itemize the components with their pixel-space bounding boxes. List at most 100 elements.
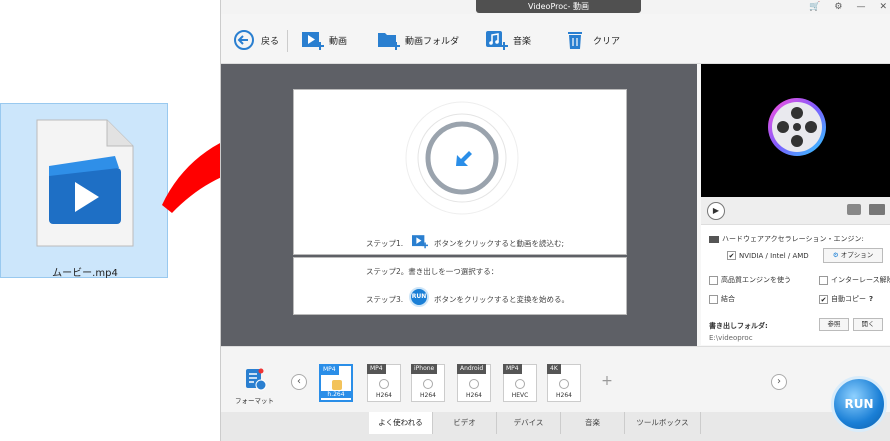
hw-accel-box[interactable]: ✔: [727, 251, 736, 260]
hq-engine-box[interactable]: [709, 275, 718, 285]
step1-text: ボタンをクリックすると動画を読込む;: [434, 239, 565, 248]
gpu-icon: [709, 235, 719, 243]
settings-gear-icon[interactable]: ⚙: [834, 0, 842, 14]
step2-text: ステップ2。書き出しを一つ選択する：: [366, 267, 499, 276]
hq-engine-checkbox[interactable]: 高品質エンジンを使う: [709, 275, 791, 285]
drop-area[interactable]: ステップ1. ボタンをクリックすると動画を読込む; ステップ2。書き出しを一つ選…: [221, 64, 697, 346]
format-label: フォーマット: [235, 397, 274, 405]
format-item[interactable]: MP4 h.264: [319, 364, 353, 402]
option-gear-icon: ⚙: [832, 251, 839, 259]
open-button[interactable]: 開く: [853, 318, 883, 331]
format-settings-icon[interactable]: [243, 367, 267, 391]
hw-accel-value: NVIDIA / Intel / AMD: [739, 251, 809, 260]
run-button[interactable]: RUN: [831, 376, 887, 432]
close-button[interactable]: ✕: [879, 0, 887, 14]
format-codec: H264: [466, 392, 482, 399]
settings-panel: ハードウェアアクセラレーション・エンジン: ✔ NVIDIA / Intel /…: [701, 225, 890, 345]
merge-checkbox[interactable]: 結合: [709, 294, 735, 304]
format-thumb-icon: [332, 380, 342, 390]
format-thumb-icon: [379, 379, 389, 389]
add-music-button[interactable]: 音楽: [485, 27, 531, 53]
format-thumb-icon: [469, 379, 479, 389]
clear-button[interactable]: クリア: [565, 27, 620, 53]
hw-accel-checkbox[interactable]: ✔ NVIDIA / Intel / AMD: [727, 251, 809, 260]
snapshot-camera-icon[interactable]: [847, 204, 861, 215]
music-icon: [486, 31, 508, 50]
format-container: Android: [457, 364, 487, 374]
back-arrow-icon: [234, 30, 254, 50]
format-bar: フォーマット ‹ MP4 h.264 MP4 H264 iPhone H264 …: [221, 346, 890, 412]
step3-text: ボタンをクリックすると変換を始める。: [434, 295, 569, 304]
format-container: 4K: [547, 364, 561, 374]
videoproc-logo-icon: [768, 98, 826, 156]
window-controls: 🛒 ⚙ — ✕: [809, 0, 887, 14]
format-item[interactable]: MP4 H264: [367, 364, 401, 402]
add-video-icon: [412, 235, 428, 249]
tab-device[interactable]: デバイス: [497, 412, 561, 434]
format-thumb-icon: [423, 379, 433, 389]
format-thumb-icon: [559, 379, 569, 389]
browse-button[interactable]: 参照: [819, 318, 849, 331]
back-button[interactable]: 戻る: [233, 27, 279, 53]
run-mini-icon: RUN: [409, 287, 429, 307]
title-bar: VideoProc- 動画 🛒 ⚙ — ✕: [221, 0, 890, 14]
deinterlace-label: インターレース解除: [831, 276, 890, 284]
steps-panel: ステップ2。書き出しを一つ選択する： ステップ3. RUN ボタンをクリックする…: [293, 257, 627, 315]
import-panel[interactable]: ステップ1. ボタンをクリックすると動画を読込む;: [293, 89, 627, 255]
deinterlace-box[interactable]: [819, 275, 828, 285]
output-path: E:\videoproc: [709, 334, 753, 342]
format-codec: H264: [420, 392, 436, 399]
play-icon[interactable]: ▶: [707, 202, 725, 220]
tab-popular[interactable]: よく使われる: [369, 412, 433, 434]
tab-music[interactable]: 音楽: [561, 412, 625, 434]
step3-prefix: ステップ3.: [366, 295, 404, 304]
minimize-button[interactable]: —: [856, 0, 865, 14]
option-button[interactable]: ⚙ オプション: [823, 248, 883, 263]
option-label: オプション: [840, 251, 874, 259]
format-item[interactable]: iPhone H264: [411, 364, 445, 402]
auto-copy-checkbox[interactable]: ✔ 自動コピー ?: [819, 294, 873, 304]
file-name-label: ムービー.mp4: [52, 268, 118, 279]
back-label: 戻る: [261, 36, 280, 47]
format-codec: H264: [376, 392, 392, 399]
trash-icon: [568, 32, 582, 49]
window-title: VideoProc- 動画: [476, 0, 641, 13]
clear-label: クリア: [593, 36, 621, 47]
video-file-icon: [36, 119, 134, 247]
format-item[interactable]: Android H264: [457, 364, 491, 402]
desktop-file-selected[interactable]: ムービー.mp4: [0, 103, 168, 279]
cart-icon[interactable]: 🛒: [809, 0, 820, 14]
format-container: MP4: [503, 364, 522, 374]
format-item[interactable]: 4K H264: [547, 364, 581, 402]
preview-controls: ▶: [701, 197, 890, 225]
format-codec: H264: [556, 392, 572, 399]
merge-label: 結合: [721, 295, 735, 303]
tab-video[interactable]: ビデオ: [433, 412, 497, 434]
music-label: 音楽: [513, 36, 532, 47]
format-prev-button[interactable]: ‹: [291, 374, 307, 390]
step1-prefix: ステップ1.: [366, 239, 404, 248]
import-target-icon[interactable]: [402, 98, 522, 218]
help-icon[interactable]: ?: [869, 295, 873, 303]
video-label: 動画: [329, 36, 348, 47]
category-tabs: よく使われる ビデオ デバイス 音楽 ツールボックス: [221, 412, 890, 441]
add-video-button[interactable]: 動画: [301, 27, 347, 53]
add-video-folder-button[interactable]: 動画フォルダ: [377, 27, 459, 53]
add-format-button[interactable]: +: [599, 374, 615, 390]
format-container: MP4: [367, 364, 386, 374]
add-video-icon: [302, 32, 324, 50]
hw-accel-label: ハードウェアアクセラレーション・エンジン:: [722, 235, 864, 243]
format-item[interactable]: MP4 HEVC: [503, 364, 537, 402]
auto-copy-box[interactable]: ✔: [819, 294, 828, 304]
tab-toolbox[interactable]: ツールボックス: [625, 412, 701, 434]
hq-engine-label: 高品質エンジンを使う: [721, 276, 791, 284]
video-folder-label: 動画フォルダ: [405, 36, 460, 47]
open-folder-icon[interactable]: [869, 204, 885, 215]
hw-accel-title: ハードウェアアクセラレーション・エンジン:: [709, 234, 864, 244]
videoproc-window: VideoProc- 動画 🛒 ⚙ — ✕ 戻る 動画 動画フォルダ 音楽 クリ…: [220, 0, 890, 441]
merge-box[interactable]: [709, 294, 718, 304]
deinterlace-checkbox[interactable]: インターレース解除: [819, 275, 890, 285]
output-folder-label: 書き出しフォルダ:: [709, 322, 768, 330]
preview-pane: [701, 64, 890, 197]
format-next-button[interactable]: ›: [771, 374, 787, 390]
